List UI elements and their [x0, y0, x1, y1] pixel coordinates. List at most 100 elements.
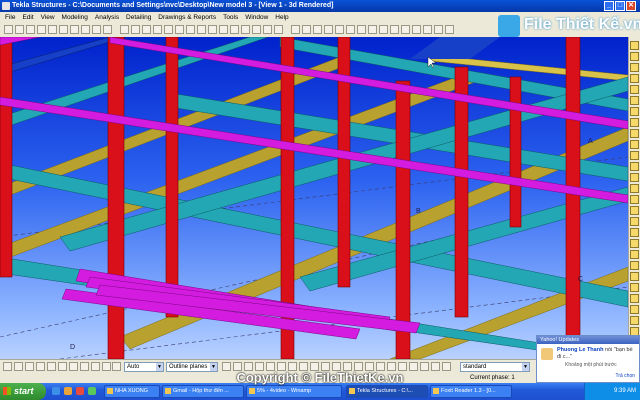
toolbar-button[interactable]: [164, 25, 173, 34]
side-tool-button[interactable]: [630, 118, 639, 127]
toolbar-button[interactable]: [335, 25, 344, 34]
menu-detailing[interactable]: Detailing: [126, 12, 151, 23]
toolbar-button[interactable]: [208, 25, 217, 34]
system-tray: 9:39 AM: [584, 383, 640, 400]
menu-window[interactable]: Window: [245, 12, 268, 23]
side-tool-button[interactable]: [630, 85, 639, 94]
toolbar-button[interactable]: [230, 25, 239, 34]
maximize-button[interactable]: □: [615, 1, 625, 11]
side-tool-button[interactable]: [630, 305, 639, 314]
side-tool-button[interactable]: [630, 151, 639, 160]
app-icon: [2, 2, 10, 10]
toolbar-button[interactable]: [70, 25, 79, 34]
avatar: [541, 348, 553, 360]
side-tool-button[interactable]: [630, 294, 639, 303]
side-tool-button[interactable]: [630, 107, 639, 116]
task-tekla[interactable]: Tekla Structures - C:\...: [346, 385, 428, 398]
toolbar-button[interactable]: [153, 25, 162, 34]
side-tool-button[interactable]: [630, 239, 639, 248]
toolbar-button[interactable]: [401, 25, 410, 34]
toolbar-button[interactable]: [434, 25, 443, 34]
model-viewport[interactable]: A B C D: [0, 37, 628, 359]
notification-text: Phuong Le Thanh nói "bạn bè đi c...": [557, 347, 637, 361]
window-title: Tekla Structures - C:\Documents and Sett…: [12, 2, 334, 9]
toolbar-button[interactable]: [142, 25, 151, 34]
toolbar-button[interactable]: [81, 25, 90, 34]
toolbar-button[interactable]: [26, 25, 35, 34]
clock[interactable]: 9:39 AM: [614, 388, 636, 394]
side-tool-button[interactable]: [630, 283, 639, 292]
side-tool-button[interactable]: [630, 162, 639, 171]
side-tool-button[interactable]: [630, 261, 639, 270]
side-tool-button[interactable]: [630, 96, 639, 105]
close-button[interactable]: ✕: [626, 1, 636, 11]
toolbar-button[interactable]: [445, 25, 454, 34]
toolbar-button[interactable]: [379, 25, 388, 34]
side-tool-button[interactable]: [630, 316, 639, 325]
toolbar-button[interactable]: [197, 25, 206, 34]
side-tool-button[interactable]: [630, 250, 639, 259]
toolbar-button[interactable]: [103, 25, 112, 34]
side-tool-button[interactable]: [630, 206, 639, 215]
task-foxit[interactable]: Foxit Reader 1.3 - [0...: [430, 385, 512, 398]
toolbar-button[interactable]: [120, 25, 129, 34]
pdf-icon: [433, 388, 439, 394]
toolbar-button[interactable]: [324, 25, 333, 34]
menu-file[interactable]: File: [5, 12, 15, 23]
start-button[interactable]: start: [0, 383, 46, 400]
side-tool-button[interactable]: [630, 228, 639, 237]
side-tool-button[interactable]: [630, 272, 639, 281]
menu-modeling[interactable]: Modeling: [62, 12, 88, 23]
side-tool-button[interactable]: [630, 173, 639, 182]
toolbar-button[interactable]: [241, 25, 250, 34]
toolbar-button[interactable]: [291, 25, 300, 34]
task-winamp[interactable]: 5% - 4video - Winamp: [246, 385, 342, 398]
toolbar-button[interactable]: [37, 25, 46, 34]
toolbar-button[interactable]: [175, 25, 184, 34]
side-tool-button[interactable]: [630, 41, 639, 50]
menu-tools[interactable]: Tools: [223, 12, 238, 23]
media-icon[interactable]: [76, 387, 84, 395]
task-label: Foxit Reader 1.3 - [0...: [441, 388, 496, 394]
toolbar-button[interactable]: [368, 25, 377, 34]
toolbar-button[interactable]: [357, 25, 366, 34]
side-tool-button[interactable]: [630, 195, 639, 204]
toolbar-button[interactable]: [302, 25, 311, 34]
show-desktop-icon[interactable]: [52, 387, 60, 395]
toolbar-button[interactable]: [313, 25, 322, 34]
toolbar-button[interactable]: [48, 25, 57, 34]
toolbar-button[interactable]: [252, 25, 261, 34]
messenger-icon[interactable]: [88, 387, 96, 395]
toolbar-button[interactable]: [186, 25, 195, 34]
side-tool-button[interactable]: [630, 184, 639, 193]
toolbar-button[interactable]: [346, 25, 355, 34]
toolbar-button[interactable]: [423, 25, 432, 34]
task-nha-xuong[interactable]: NHA XUONG: [104, 385, 160, 398]
firefox-icon[interactable]: [64, 387, 72, 395]
toolbar-button[interactable]: [59, 25, 68, 34]
menu-drawings-reports[interactable]: Drawings & Reports: [158, 12, 216, 23]
menu-help[interactable]: Help: [275, 12, 288, 23]
minimize-button[interactable]: _: [604, 1, 614, 11]
grid-label-c: C: [578, 276, 583, 283]
side-tool-button[interactable]: [630, 63, 639, 72]
toolbar-button[interactable]: [92, 25, 101, 34]
toolbar-button[interactable]: [15, 25, 24, 34]
toolbar-button[interactable]: [219, 25, 228, 34]
toolbar-button[interactable]: [263, 25, 272, 34]
toolbar-button[interactable]: [131, 25, 140, 34]
side-tool-button[interactable]: [630, 129, 639, 138]
side-tool-button[interactable]: [630, 74, 639, 83]
side-tool-button[interactable]: [630, 217, 639, 226]
menu-analysis[interactable]: Analysis: [95, 12, 119, 23]
toolbar-button[interactable]: [274, 25, 283, 34]
task-gmail[interactable]: Gmail - Hộp thư đến ...: [162, 385, 244, 398]
menu-edit[interactable]: Edit: [22, 12, 33, 23]
toolbar-button[interactable]: [390, 25, 399, 34]
menu-view[interactable]: View: [41, 12, 55, 23]
toolbar-button[interactable]: [4, 25, 13, 34]
toolbar-button[interactable]: [412, 25, 421, 34]
logo-icon: [498, 15, 520, 37]
side-tool-button[interactable]: [630, 52, 639, 61]
side-tool-button[interactable]: [630, 140, 639, 149]
